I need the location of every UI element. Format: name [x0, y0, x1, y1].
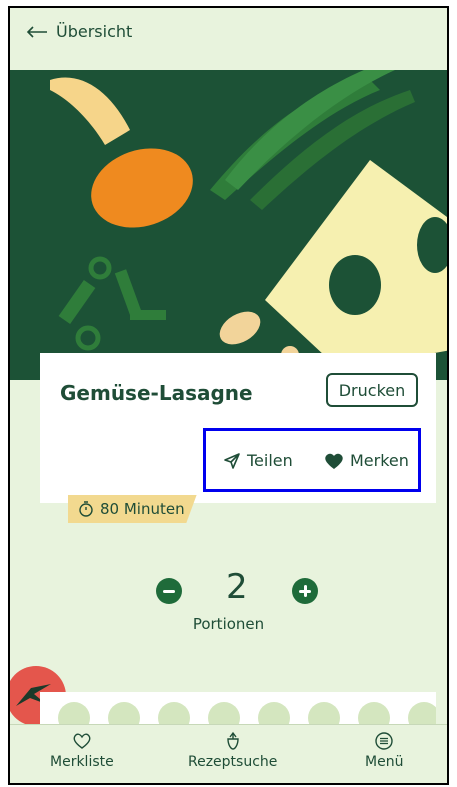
back-link[interactable]: Übersicht: [26, 22, 132, 41]
heart-outline-icon: [73, 733, 91, 749]
back-label: Übersicht: [56, 22, 133, 41]
timer-icon: [79, 501, 93, 517]
nav-item-merkliste[interactable]: Merkliste: [50, 731, 114, 770]
save-button[interactable]: Merken: [324, 451, 409, 470]
share-button[interactable]: Teilen: [223, 451, 293, 470]
nav-label-merkliste: Merkliste: [50, 754, 114, 770]
recipe-card: Gemüse-Lasagne Drucken Teilen Merken: [40, 353, 436, 503]
bottom-navigation: Merkliste Rezeptsuche Menü: [10, 724, 447, 783]
vegetable-illustration: [50, 70, 447, 370]
duration-label: 80 Minuten: [100, 500, 185, 518]
share-label: Teilen: [247, 451, 293, 470]
recipe-title: Gemüse-Lasagne: [60, 381, 253, 405]
vegetable-icon: [227, 731, 239, 750]
decrease-portions-button[interactable]: [156, 578, 182, 604]
nav-label-rezeptsuche: Rezeptsuche: [188, 754, 278, 770]
duration-badge: 80 Minuten: [68, 495, 197, 523]
heart-icon: [325, 453, 343, 469]
portion-count: 2: [226, 567, 248, 607]
portion-selector: 2 Portionen: [10, 563, 447, 653]
nav-label-menu: Menü: [365, 754, 404, 770]
portion-label: Portionen: [192, 615, 265, 633]
plus-icon-vertical: [303, 585, 307, 597]
save-label: Merken: [350, 451, 409, 470]
top-bar: Übersicht: [10, 8, 447, 70]
back-arrow-icon: [26, 25, 47, 38]
menu-icon: [375, 732, 393, 750]
hero-illustration: [10, 70, 447, 380]
print-button[interactable]: Drucken: [326, 373, 418, 407]
nav-item-rezeptsuche[interactable]: Rezeptsuche: [188, 731, 277, 770]
send-icon: [224, 452, 240, 469]
nav-item-menu[interactable]: Menü: [365, 731, 403, 770]
minus-icon: [163, 589, 175, 593]
increase-portions-button[interactable]: [292, 578, 318, 604]
share-save-highlight: Teilen Merken: [203, 428, 421, 492]
app-frame: Übersicht Gemüse-Lasagne Drucken Teilen …: [8, 6, 449, 785]
